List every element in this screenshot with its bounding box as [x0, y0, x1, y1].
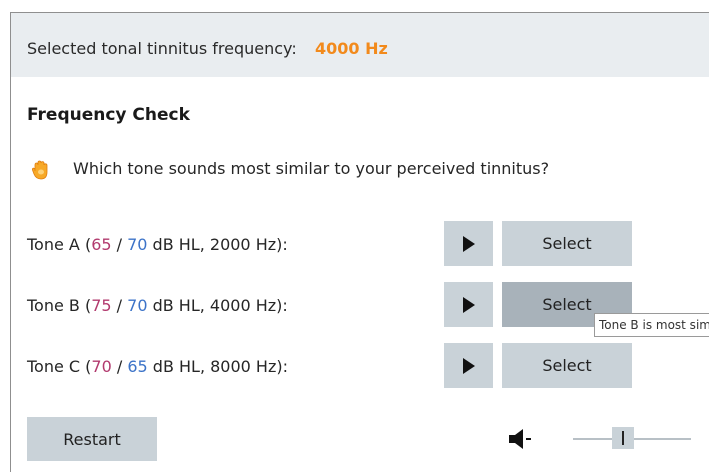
tone-b-left-db: 75 — [91, 296, 112, 315]
tone-c-prefix: Tone C ( — [27, 357, 92, 376]
app-frame: Selected tonal tinnitus frequency: 4000 … — [10, 12, 709, 472]
tone-a-separator: / — [111, 235, 128, 254]
tone-c-play-button[interactable] — [444, 343, 493, 388]
tone-c-right-db: 65 — [127, 357, 148, 376]
question-text: Which tone sounds most similar to your p… — [73, 159, 550, 178]
tone-a-right-db: 70 — [127, 235, 148, 254]
tone-b-label: Tone B (75 / 70 dB HL, 4000 Hz): — [27, 296, 288, 315]
tone-c-suffix: dB HL, 8000 Hz): — [147, 357, 288, 376]
tone-b-right-db: 70 — [127, 296, 148, 315]
play-icon — [462, 357, 475, 374]
speaker-icon — [509, 429, 531, 449]
section-title: Frequency Check — [27, 105, 190, 125]
tone-b-prefix: Tone B ( — [27, 296, 92, 315]
tone-c-label: Tone C (70 / 65 dB HL, 8000 Hz): — [27, 357, 288, 376]
restart-button[interactable]: Restart — [27, 417, 157, 461]
tone-a-select-button[interactable]: Select — [502, 221, 632, 266]
select-tooltip: Tone B is most similar — [594, 313, 709, 337]
tone-c-left-db: 70 — [91, 357, 112, 376]
tone-a-play-button[interactable] — [444, 221, 493, 266]
selected-frequency-label: Selected tonal tinnitus frequency: — [27, 39, 297, 58]
hand-icon — [31, 160, 48, 180]
tone-a-suffix: dB HL, 2000 Hz): — [147, 235, 288, 254]
selected-frequency-value: 4000 Hz — [315, 39, 388, 58]
tone-a-prefix: Tone A ( — [27, 235, 92, 254]
play-icon — [462, 235, 475, 252]
tone-c-separator: / — [111, 357, 128, 376]
tone-b-play-button[interactable] — [444, 282, 493, 327]
tone-b-suffix: dB HL, 4000 Hz): — [147, 296, 288, 315]
slider-thumb-grip — [621, 431, 624, 445]
tone-c-select-button[interactable]: Select — [502, 343, 632, 388]
tone-a-label: Tone A (65 / 70 dB HL, 2000 Hz): — [27, 235, 288, 254]
tone-a-left-db: 65 — [91, 235, 112, 254]
volume-slider-thumb[interactable] — [611, 427, 634, 449]
header-bar: Selected tonal tinnitus frequency: 4000 … — [11, 13, 709, 77]
tone-b-separator: / — [111, 296, 128, 315]
play-icon — [462, 296, 475, 313]
